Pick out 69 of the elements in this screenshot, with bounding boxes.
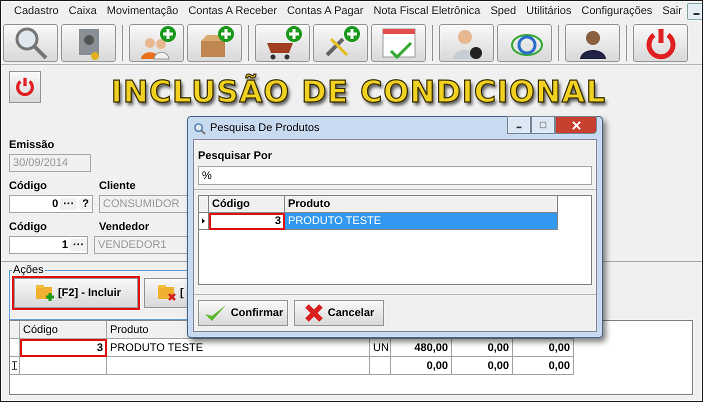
menu-item[interactable]: Caixa [64, 5, 102, 17]
search-icon [193, 122, 206, 134]
menu-item[interactable]: Movimentação [102, 5, 184, 17]
text-cursor-icon [12, 361, 17, 370]
table-cell: 0,00 [513, 357, 574, 375]
power-icon [14, 76, 36, 98]
toolbar-cart-add-button[interactable] [255, 24, 310, 62]
page-title: INCLUSÃO DE CONDICIONAL [111, 75, 606, 110]
table-cell: 0,00 [452, 357, 513, 375]
power-button[interactable] [9, 71, 41, 103]
search-label: Pesquisar Por [197, 149, 273, 164]
menu-item[interactable]: Sair [657, 5, 687, 17]
table-cell: 0,00 [452, 339, 513, 357]
lookup-button[interactable]: ··· [70, 239, 87, 251]
toolbar-calendar-button[interactable] [371, 24, 426, 62]
cross-icon [304, 303, 324, 323]
menu-item[interactable]: Utilitários [521, 5, 576, 17]
code-field[interactable]: 0 ··· ? [9, 195, 93, 213]
row-indicator-cell [10, 321, 20, 339]
toolbar-tools-add-button[interactable] [313, 24, 368, 62]
toolbar-box-add-button[interactable] [187, 24, 242, 62]
menu-item[interactable]: Contas A Receber [183, 5, 282, 17]
table-cell: 0,00 [391, 357, 452, 375]
menu-item[interactable]: Nota Fiscal Eletrônica [368, 5, 486, 17]
column-header: Código [20, 321, 107, 339]
menu-item[interactable]: Sped [485, 5, 522, 17]
help-button[interactable]: ? [79, 198, 92, 210]
lookup-button[interactable]: ··· [60, 198, 78, 210]
table-cell: 480,00 [391, 339, 452, 357]
checkmark-icon [202, 303, 227, 323]
column-header: Produto [285, 196, 558, 213]
column-header: Código [209, 196, 285, 213]
cancel-button[interactable]: Cancelar [294, 300, 384, 326]
search-field[interactable]: % [198, 166, 592, 185]
table-cell [370, 357, 391, 375]
table-cell: 3 [209, 213, 285, 230]
field-label: Cliente [99, 180, 136, 192]
field-label: Código [9, 221, 48, 233]
table-cell: PRODUTO TESTE [107, 339, 370, 357]
dialog-title: Pesquisa De Produtos [210, 122, 320, 134]
table-cell: 0,00 [513, 339, 574, 357]
folder-remove-icon [157, 284, 177, 302]
confirm-button[interactable]: Confirmar [198, 300, 288, 326]
toolbar-nfe-button[interactable] [497, 24, 552, 62]
field-label: Vendedor [99, 221, 150, 233]
toolbar-support-button[interactable] [565, 24, 620, 62]
menu-item[interactable]: Cadastro [9, 5, 64, 17]
code-field[interactable]: 1 ··· [9, 236, 88, 254]
minimize-button[interactable] [686, 2, 702, 20]
row-pointer-icon [202, 217, 205, 225]
field-label: Código [9, 180, 48, 192]
field-label: Emissão [9, 139, 54, 151]
action-button[interactable]: [F2] - Incluir [14, 278, 138, 308]
folder-add-icon [35, 284, 55, 302]
toolbar-safe-button[interactable] [61, 24, 116, 62]
minimize-icon [692, 13, 700, 15]
toolbar-people-add-button[interactable] [129, 24, 184, 62]
maximize-button[interactable] [531, 116, 555, 134]
toolbar-search-button[interactable] [3, 24, 58, 62]
toolbar-user-clock-button[interactable] [439, 24, 494, 62]
close-icon [572, 120, 580, 130]
table-cell: UN [370, 339, 391, 357]
menu-item[interactable]: Contas A Pagar [282, 5, 368, 17]
maximize-icon [539, 121, 547, 129]
toolbar-power-button[interactable] [633, 24, 688, 62]
table-cell: 3 [20, 339, 107, 357]
group-title: Ações [12, 264, 45, 276]
close-button[interactable] [555, 116, 597, 134]
menu-item[interactable]: Configurações [576, 5, 658, 17]
